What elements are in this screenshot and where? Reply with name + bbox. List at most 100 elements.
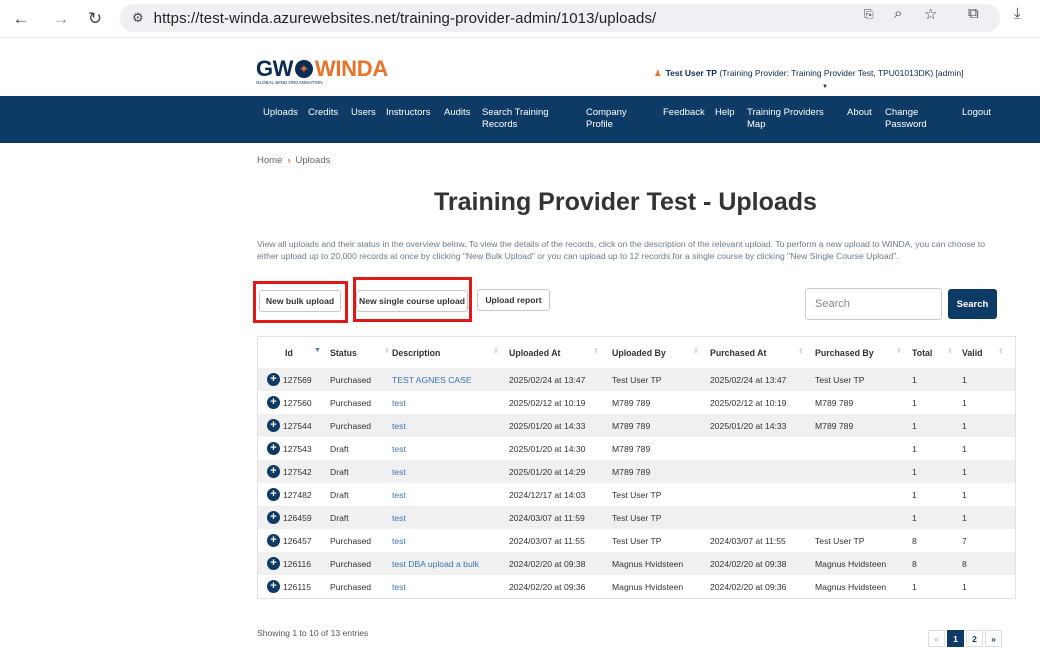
table-header: Id ▼ Status ⇕ Description ⇕ Uploaded At … (258, 337, 1015, 368)
col-total[interactable]: Total (912, 337, 932, 368)
sort-icon[interactable]: ⇕ (947, 347, 953, 355)
cell-desc[interactable]: test (392, 506, 406, 529)
cell-desc[interactable]: test (392, 391, 406, 414)
pager-page-2[interactable]: 2 (966, 630, 983, 647)
breadcrumb-home[interactable]: Home (257, 155, 282, 166)
sort-icon[interactable]: ⇕ (593, 347, 599, 355)
red-highlight-box (353, 277, 472, 322)
cell-purchased-at: 2024/03/07 at 11:55 (710, 535, 786, 546)
cell-desc[interactable]: test (392, 460, 406, 483)
sort-icon[interactable]: ⇕ (896, 347, 902, 355)
gwo-winda-logo[interactable]: GW ✦ WINDA GLOBAL WIND ORGANISATION (256, 56, 388, 85)
expand-plus-icon[interactable]: + (267, 557, 280, 570)
nav-audits[interactable]: Audits (444, 107, 470, 119)
nav-feedback[interactable]: Feedback (663, 107, 705, 119)
expand-plus-icon[interactable]: + (267, 373, 280, 386)
cell-id-wrapper: +126457 (267, 529, 312, 552)
cell-uploaded-at: 2025/01/20 at 14:30 (509, 443, 586, 454)
caret-down-icon[interactable]: ▼ (822, 84, 828, 90)
pager-prev[interactable]: « (928, 630, 945, 647)
cell-desc[interactable]: test (392, 437, 406, 460)
cell-desc[interactable]: test DBA upload a bulk (392, 552, 479, 575)
pagination: « 1 2 » (928, 630, 1002, 647)
breadcrumb-current: Uploads (295, 155, 331, 166)
cell-valid: 1 (962, 581, 967, 592)
reload-icon[interactable]: ↻ (84, 8, 106, 30)
cell-desc[interactable]: test (392, 575, 406, 598)
star-icon[interactable]: ☆ (924, 5, 937, 23)
cell-id-wrapper: +126459 (267, 506, 312, 529)
cell-uploaded-at: 2024/12/17 at 14:03 (509, 489, 586, 500)
search-input[interactable]: Search (805, 288, 942, 320)
col-status[interactable]: Status (330, 337, 357, 368)
pager-page-1[interactable]: 1 (947, 630, 964, 647)
zoom-icon[interactable]: ⌕ (894, 5, 902, 22)
nav-change-password[interactable]: Change Password (885, 107, 940, 131)
expand-plus-icon[interactable]: + (267, 580, 280, 593)
col-valid[interactable]: Valid (962, 337, 983, 368)
pager-next[interactable]: » (985, 630, 1002, 647)
nav-training-providers-map[interactable]: Training Providers Map (747, 107, 837, 131)
cell-status: Purchased (330, 420, 372, 431)
cell-id-wrapper: +127544 (267, 414, 312, 437)
cell-desc[interactable]: TEST AGNES CASE (392, 368, 472, 391)
cell-desc[interactable]: test (392, 414, 406, 437)
col-uploaded-by[interactable]: Uploaded By (612, 337, 666, 368)
cell-status: Purchased (330, 535, 372, 546)
nav-logout[interactable]: Logout (962, 107, 991, 119)
expand-plus-icon[interactable]: + (267, 396, 280, 409)
col-id[interactable]: Id (285, 337, 293, 368)
cell-total: 1 (912, 397, 917, 408)
logo-subtitle: GLOBAL WIND ORGANISATION (256, 80, 323, 85)
nav-search-training-records[interactable]: Search Training Records (482, 107, 572, 131)
cell-desc[interactable]: test (392, 483, 406, 506)
col-description[interactable]: Description (392, 337, 440, 368)
translate-icon[interactable]: ⎘ (864, 7, 874, 22)
upload-report-button[interactable]: Upload report (477, 289, 550, 311)
col-purchased-at[interactable]: Purchased At (710, 337, 766, 368)
table-row: +126457 Purchased test 2024/03/07 at 11:55 T… (258, 529, 1015, 552)
forward-icon[interactable]: → (50, 8, 72, 30)
nav-company-profile[interactable]: Company Profile (586, 107, 646, 131)
sort-icon[interactable]: ⇕ (693, 347, 699, 355)
expand-plus-icon[interactable]: + (267, 419, 280, 432)
sort-icon[interactable]: ⇕ (798, 347, 804, 355)
expand-plus-icon[interactable]: + (267, 488, 280, 501)
sort-icon[interactable]: ⇕ (998, 347, 1004, 355)
breadcrumb: Home › Uploads (257, 155, 330, 166)
cell-purchased-at: 2024/02/20 at 09:36 (710, 581, 787, 592)
entries-info: Showing 1 to 10 of 13 entries (257, 628, 369, 638)
expand-plus-icon[interactable]: + (267, 465, 280, 478)
col-purchased-by[interactable]: Purchased By (815, 337, 874, 368)
expand-plus-icon[interactable]: + (267, 511, 280, 524)
cell-valid: 1 (962, 420, 967, 431)
user-menu[interactable]: ♟ Test User TP (Training Provider: Traini… (654, 68, 963, 79)
sort-icon[interactable]: ⇕ (384, 347, 390, 355)
nav-credits[interactable]: Credits (308, 107, 338, 119)
nav-about[interactable]: About (847, 107, 872, 119)
sort-icon[interactable]: ⇕ (493, 347, 499, 355)
cell-desc[interactable]: test (392, 529, 406, 552)
table-row: +126115 Purchased test 2024/02/20 at 09:36 M… (258, 575, 1015, 598)
nav-instructors[interactable]: Instructors (386, 107, 430, 119)
cell-total: 1 (912, 489, 917, 500)
site-settings-icon[interactable]: ⚙ (132, 10, 144, 26)
col-uploaded-at[interactable]: Uploaded At (509, 337, 560, 368)
nav-uploads[interactable]: Uploads (263, 107, 298, 119)
expand-plus-icon[interactable]: + (267, 442, 280, 455)
extensions-icon[interactable]: ⧉ (968, 5, 979, 22)
nav-users[interactable]: Users (351, 107, 376, 119)
cell-uploaded-at: 2025/01/20 at 14:29 (509, 466, 586, 477)
search-button[interactable]: Search (948, 289, 997, 319)
logo-gw-text: GW (256, 56, 293, 81)
cell-id: 127542 (283, 466, 312, 477)
cell-total: 8 (912, 535, 917, 546)
sort-desc-icon[interactable]: ▼ (314, 347, 321, 354)
user-details: (Training Provider: Training Provider Te… (719, 68, 964, 78)
nav-help[interactable]: Help (715, 107, 735, 119)
cell-uploaded-at: 2024/02/20 at 09:36 (509, 581, 586, 592)
expand-plus-icon[interactable]: + (267, 534, 280, 547)
cell-uploaded-by: M789 789 (612, 397, 651, 408)
back-icon[interactable]: ← (10, 8, 32, 30)
download-icon[interactable]: ⤓ (1014, 5, 1021, 22)
